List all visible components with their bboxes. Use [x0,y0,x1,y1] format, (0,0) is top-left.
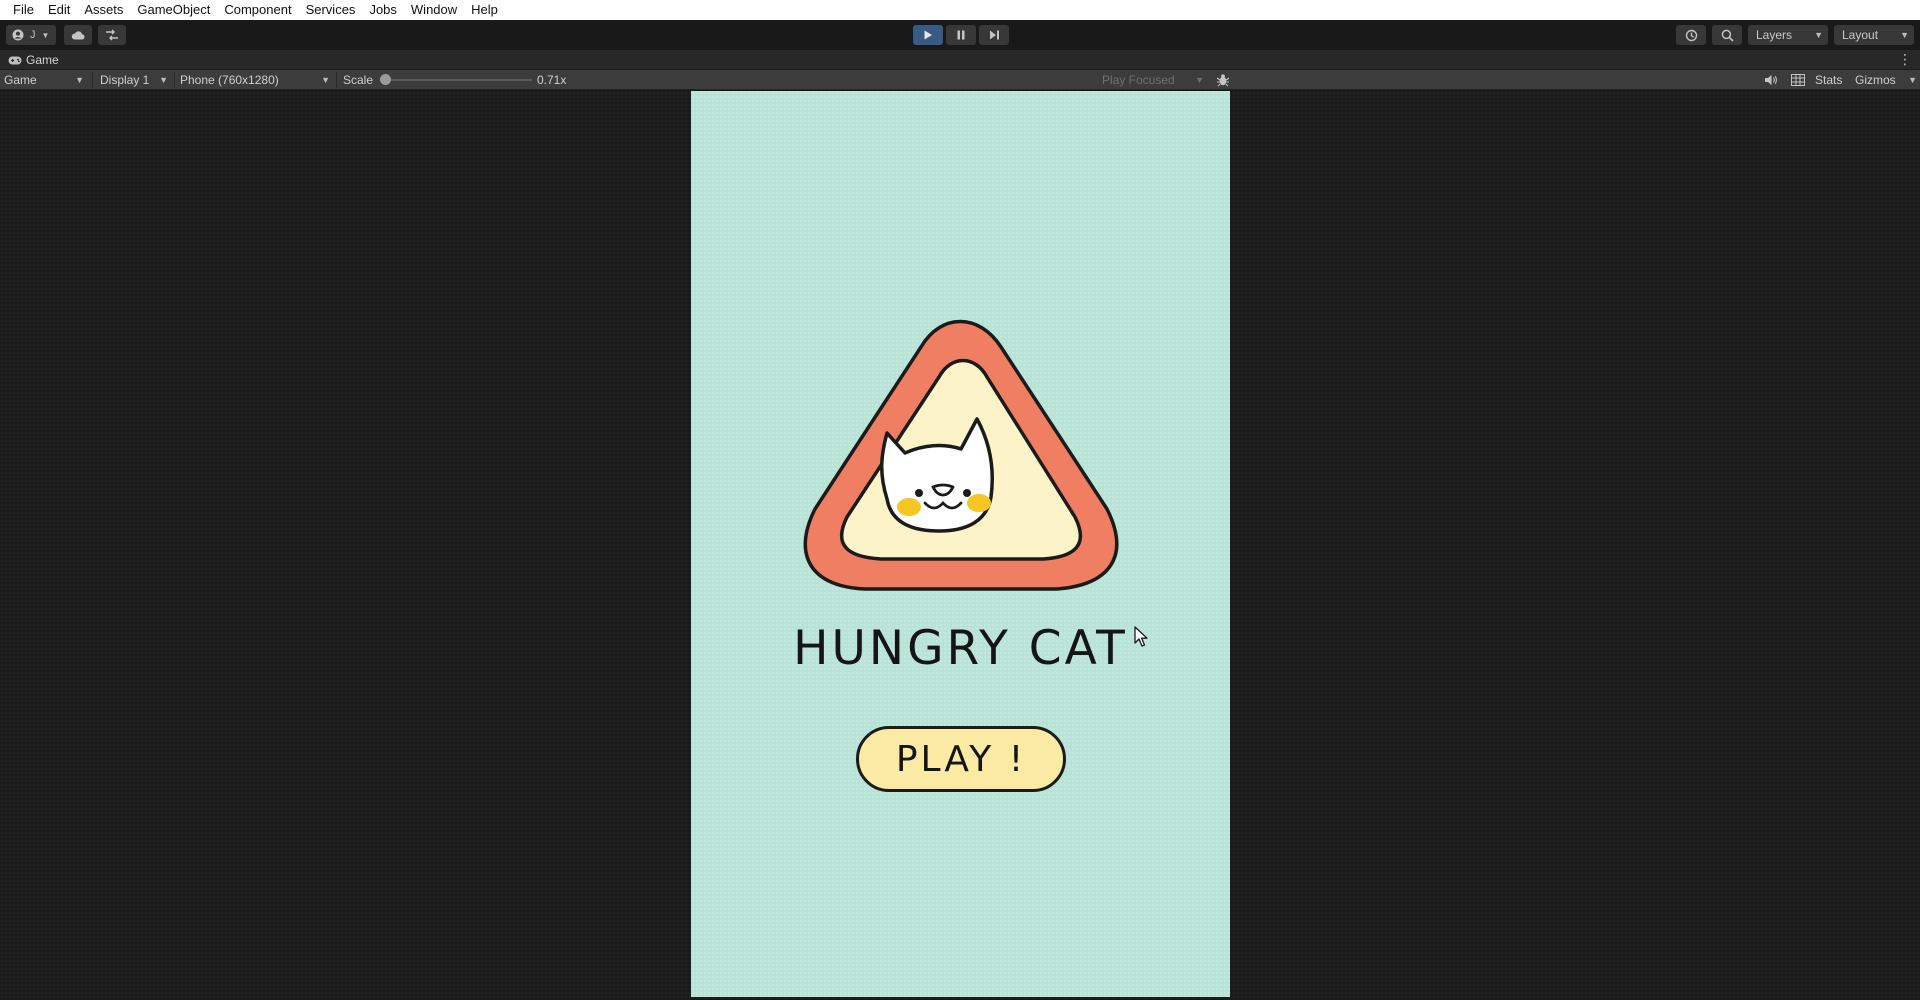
play-icon [924,30,932,40]
chevron-down-icon: ▼ [159,75,168,85]
game-viewport[interactable]: HUNGRY CAT PLAY ! [0,91,1920,1000]
bug-icon [1216,74,1230,87]
layers-label: Layers [1756,28,1793,42]
game-title: HUNGRY CAT [793,621,1128,676]
collab-button[interactable] [98,25,126,45]
scale-label: Scale [343,73,374,87]
account-dropdown[interactable]: J ▼ [6,25,56,45]
chevron-down-icon: ▼ [1900,30,1909,40]
speaker-icon [1765,75,1777,85]
pause-icon [957,30,965,40]
cloud-button[interactable] [64,25,92,45]
pause-button[interactable] [946,25,976,45]
cloud-icon [71,31,85,40]
gizmos-label: Gizmos [1855,73,1896,87]
game-view-toolbar: Game ▼ Display 1 ▼ Phone (760x1280) ▼ Sc… [0,70,1920,90]
chevron-down-icon: ▼ [321,75,330,85]
history-button[interactable] [1676,25,1706,45]
search-button[interactable] [1712,25,1742,45]
stats-button[interactable]: Stats [1815,70,1842,90]
menu-component[interactable]: Component [217,0,298,20]
chevron-down-icon: ▼ [75,75,84,85]
menu-jobs[interactable]: Jobs [362,0,403,20]
play-mode-select[interactable]: Play Focused ▼ [1102,70,1208,90]
play-mode-label: Play Focused [1102,73,1175,87]
history-icon [1685,29,1697,41]
play-button[interactable] [913,25,943,45]
mouse-cursor-icon [1134,626,1148,647]
step-button[interactable] [979,25,1009,45]
display-label: Display 1 [100,73,150,87]
menu-assets[interactable]: Assets [77,0,130,20]
cat-cheek-right [967,494,991,512]
menu-file[interactable]: File [6,0,41,20]
main-toolbar: J ▼ Layers ▼ Layout ▼ [0,20,1920,50]
scale-value: 0.71x [537,73,567,87]
tab-title: Game [26,53,59,67]
grid-toggle-button[interactable] [1791,70,1807,90]
chevron-down-icon: ▼ [1195,75,1204,85]
chevron-down-icon: ▼ [1814,30,1823,40]
menu-gameobject[interactable]: GameObject [130,0,217,20]
menu-help[interactable]: Help [464,0,505,20]
view-type-label: Game [4,73,37,87]
tab-game[interactable]: Game [0,50,67,70]
menu-bar: File Edit Assets GameObject Component Se… [0,0,1920,20]
game-screen[interactable]: HUNGRY CAT PLAY ! [691,91,1230,997]
cat-triangle-logo [803,319,1119,591]
divider [336,72,337,88]
play-game-button[interactable]: PLAY ! [856,726,1066,792]
bug-button[interactable] [1216,70,1232,90]
view-type-select[interactable]: Game ▼ [4,70,88,90]
account-icon [12,29,24,41]
gamepad-icon [8,56,22,64]
menu-window[interactable]: Window [404,0,464,20]
divider [92,72,93,88]
grid-icon [1791,74,1805,86]
menu-edit[interactable]: Edit [41,0,77,20]
game-tab-bar: Game ⋮ [0,50,1920,70]
more-options-icon[interactable]: ⋮ [1898,52,1912,66]
collab-icon [106,29,118,41]
mute-audio-button[interactable] [1764,70,1780,90]
display-select[interactable]: Display 1 ▼ [100,70,172,90]
scale-slider-thumb[interactable] [380,74,391,85]
menu-services[interactable]: Services [299,0,363,20]
account-label: J [30,29,36,41]
cat-cheek-left [897,498,921,516]
scale-slider-track[interactable] [386,79,532,81]
layout-label: Layout [1842,28,1879,42]
layers-dropdown[interactable]: Layers ▼ [1748,25,1828,45]
search-icon [1721,29,1734,42]
divider [174,72,175,88]
resolution-label: Phone (760x1280) [180,73,279,87]
step-icon [989,30,999,40]
layout-dropdown[interactable]: Layout ▼ [1834,25,1914,45]
gizmos-dropdown[interactable]: Gizmos ▼ [1855,70,1917,90]
chevron-down-icon: ▼ [41,30,50,40]
resolution-select[interactable]: Phone (760x1280) ▼ [180,70,334,90]
chevron-down-icon: ▼ [1908,75,1917,85]
